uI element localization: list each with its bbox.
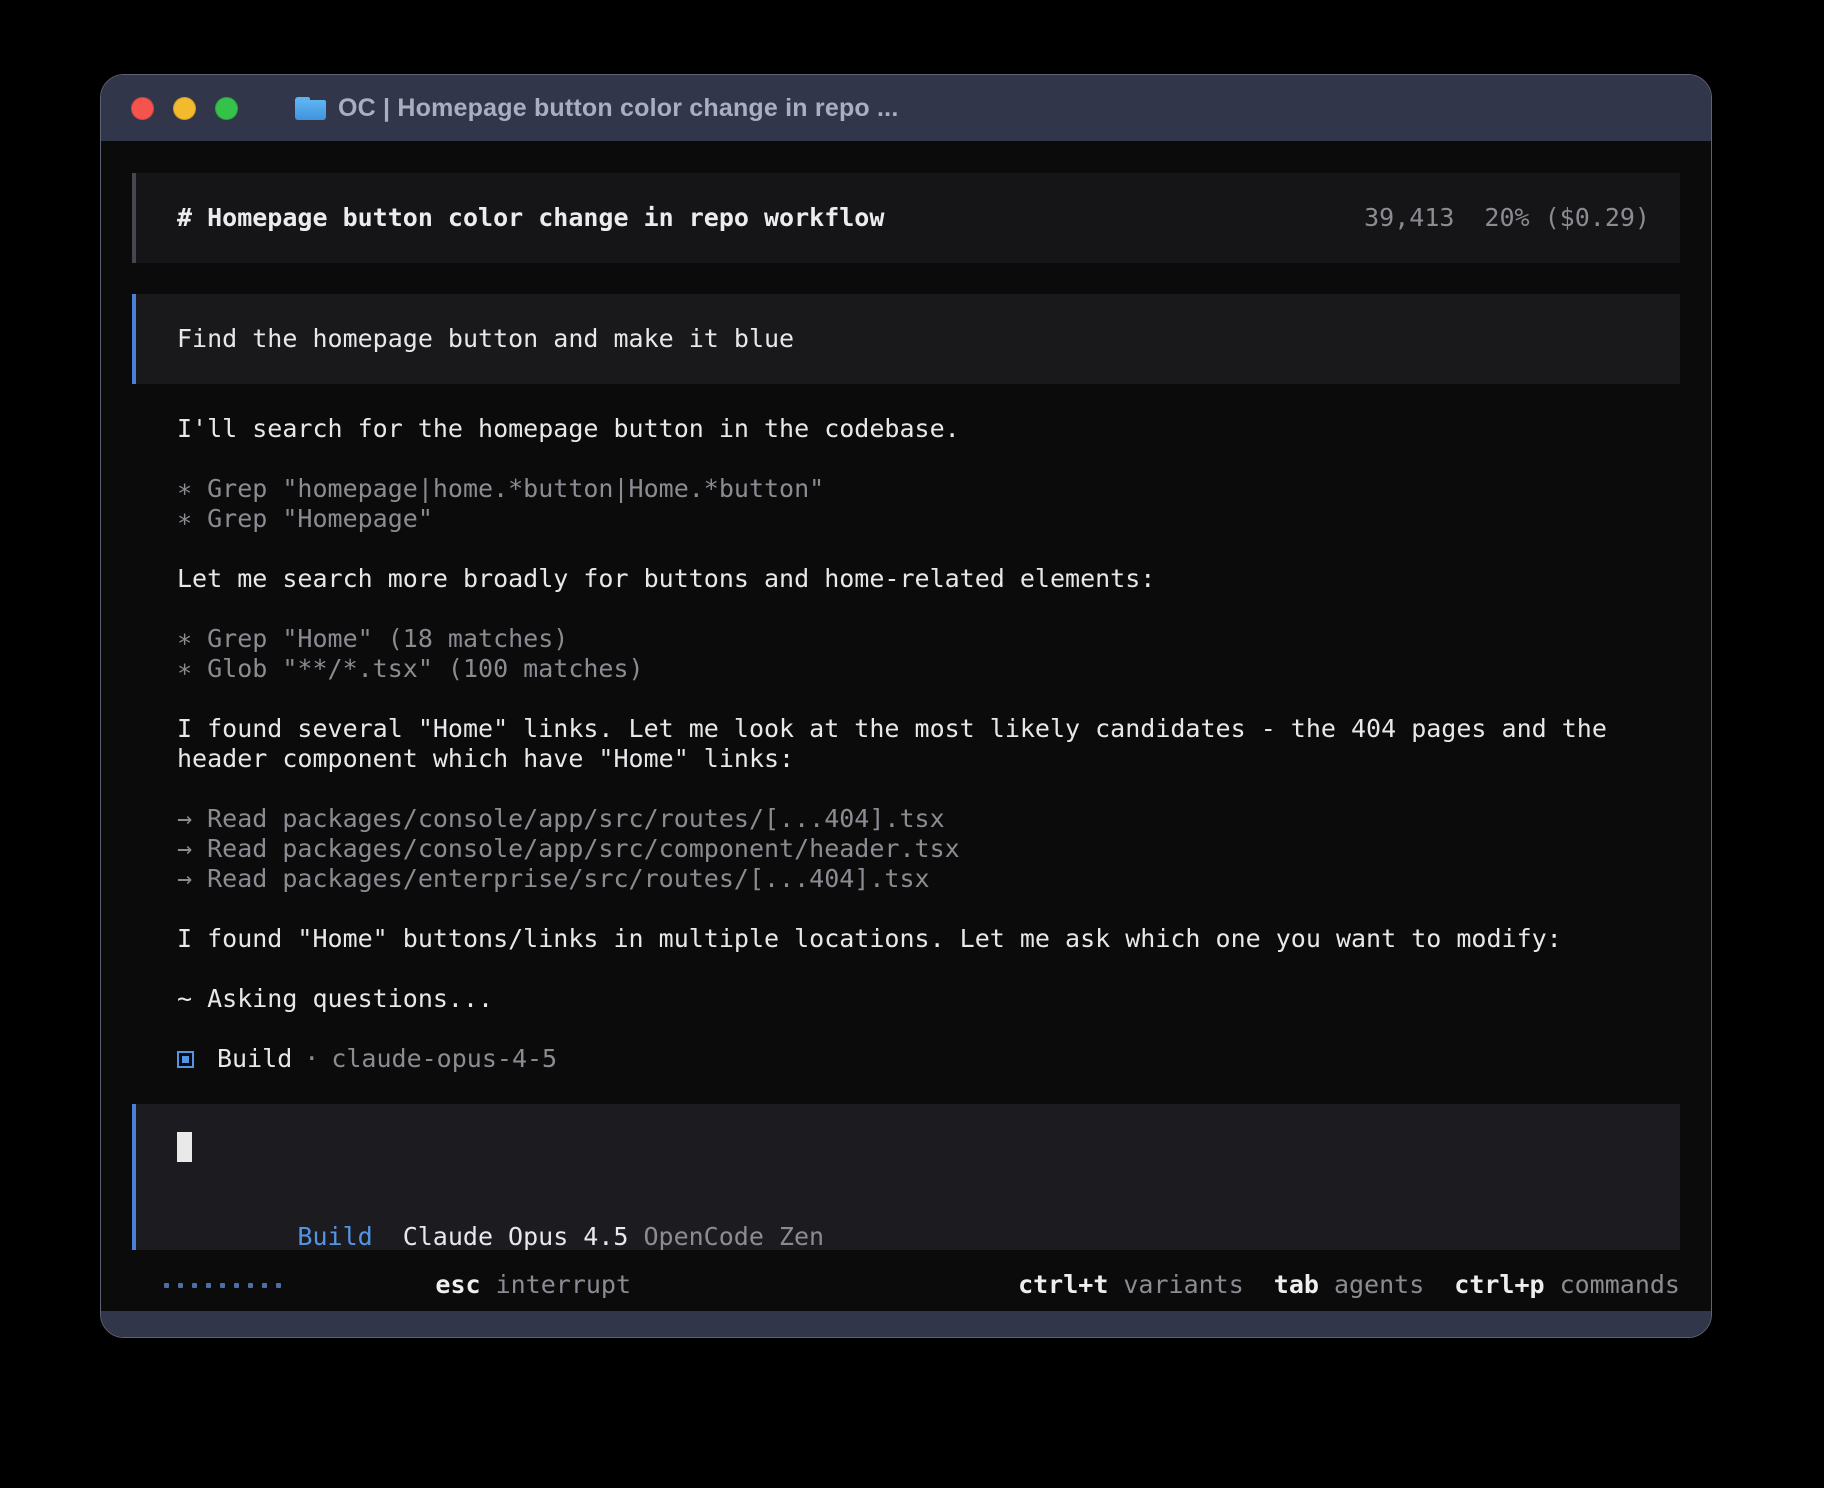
user-message-block: Find the homepage button and make it blu… bbox=[132, 294, 1680, 384]
hint-commands: ctrl+p commands bbox=[1454, 1270, 1680, 1300]
esc-key: esc bbox=[435, 1270, 480, 1299]
user-message-text: Find the homepage button and make it blu… bbox=[177, 324, 794, 354]
hint-key: tab bbox=[1274, 1270, 1319, 1299]
agent-name: Build bbox=[217, 1044, 292, 1074]
assistant-text-broaden: Let me search more broadly for buttons a… bbox=[177, 564, 1680, 594]
agent-separator: · bbox=[304, 1044, 319, 1074]
tool-call-group-glob: ∗ Grep "Home" (18 matches) ∗ Glob "**/*.… bbox=[177, 624, 1680, 684]
session-header: # Homepage button color change in repo w… bbox=[132, 173, 1680, 263]
window-title: OC | Homepage button color change in rep… bbox=[338, 94, 898, 123]
esc-label: interrupt bbox=[496, 1270, 631, 1299]
asking-status: ~ Asking questions... bbox=[177, 984, 1680, 1014]
titlebar: OC | Homepage button color change in rep… bbox=[101, 75, 1711, 141]
tool-call-line: ∗ Grep "homepage|home.*button|Home.*butt… bbox=[177, 474, 1680, 504]
tool-call-line: ∗ Grep "Home" (18 matches) bbox=[177, 624, 1680, 654]
agent-model: claude-opus-4-5 bbox=[331, 1044, 557, 1074]
esc-hint: esc interrupt bbox=[315, 1240, 631, 1311]
agent-icon bbox=[177, 1051, 194, 1068]
prompt-input[interactable]: BuildClaude Opus 4.5OpenCode Zen bbox=[132, 1104, 1680, 1250]
traffic-lights bbox=[131, 97, 238, 120]
input-cursor bbox=[177, 1132, 192, 1162]
tool-call-line: → Read packages/enterprise/src/routes/[.… bbox=[177, 864, 1680, 894]
context-usage: 20% ($0.29) bbox=[1484, 203, 1650, 232]
tool-call-group-grep: ∗ Grep "homepage|home.*button|Home.*butt… bbox=[177, 474, 1680, 534]
hint-variants: ctrl+t variants bbox=[1018, 1270, 1244, 1300]
tool-call-line: → Read packages/console/app/src/componen… bbox=[177, 834, 1680, 864]
hint-label: variants bbox=[1123, 1270, 1243, 1299]
assistant-text-found: I found "Home" buttons/links in multiple… bbox=[177, 924, 1680, 954]
spinner-dots bbox=[164, 1283, 281, 1288]
keyboard-hints: ctrl+t variants tab agents ctrl+p commands bbox=[988, 1270, 1680, 1300]
tool-call-line: ∗ Grep "Homepage" bbox=[177, 504, 1680, 534]
hint-label: commands bbox=[1560, 1270, 1680, 1299]
agent-badge: Build · claude-opus-4-5 bbox=[177, 1044, 1680, 1074]
tool-call-group-read: → Read packages/console/app/src/routes/[… bbox=[177, 804, 1680, 894]
tool-call-line: ∗ Glob "**/*.tsx" (100 matches) bbox=[177, 654, 1680, 684]
hint-agents: tab agents bbox=[1274, 1270, 1424, 1300]
terminal-content: # Homepage button color change in repo w… bbox=[101, 141, 1711, 1311]
minimize-button[interactable] bbox=[173, 97, 196, 120]
hint-label: agents bbox=[1334, 1270, 1424, 1299]
assistant-text-intro: I'll search for the homepage button in t… bbox=[177, 414, 1680, 444]
assistant-text-candidates: I found several "Home" links. Let me loo… bbox=[177, 714, 1680, 774]
session-title: # Homepage button color change in repo w… bbox=[177, 203, 884, 233]
maximize-button[interactable] bbox=[215, 97, 238, 120]
model-row: BuildClaude Opus 4.5OpenCode Zen bbox=[177, 1192, 1650, 1222]
footer-bar bbox=[101, 1311, 1711, 1337]
hint-key: ctrl+t bbox=[1018, 1270, 1108, 1299]
status-bar: esc interrupt ctrl+t variants tab agents ct… bbox=[132, 1270, 1680, 1300]
token-count: 39,413 bbox=[1364, 203, 1454, 232]
tool-call-line: → Read packages/console/app/src/routes/[… bbox=[177, 804, 1680, 834]
terminal-window: OC | Homepage button color change in rep… bbox=[100, 74, 1712, 1338]
session-stats: 39,413 20% ($0.29) bbox=[1364, 203, 1650, 233]
folder-icon bbox=[295, 97, 326, 120]
close-button[interactable] bbox=[131, 97, 154, 120]
hint-key: ctrl+p bbox=[1454, 1270, 1544, 1299]
provider-label: OpenCode Zen bbox=[643, 1222, 824, 1251]
